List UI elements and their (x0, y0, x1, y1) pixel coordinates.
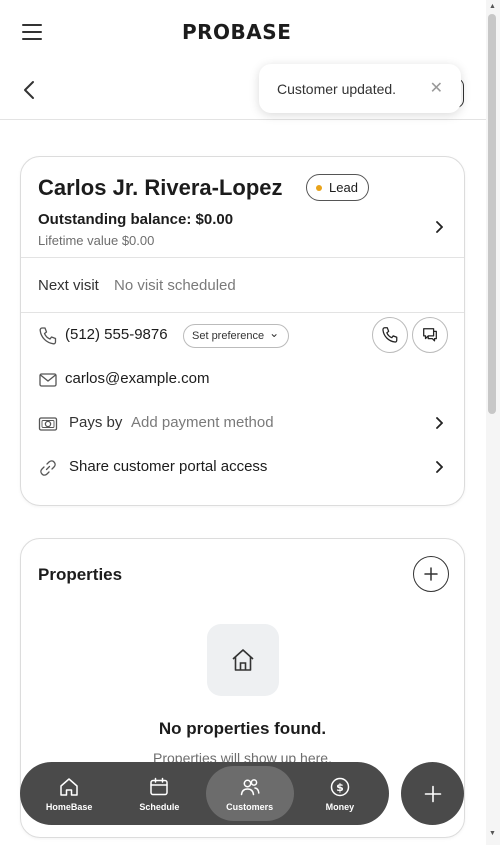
email-address[interactable]: carlos@example.com (65, 370, 209, 387)
status-badge: Lead (306, 174, 369, 201)
message-button[interactable] (412, 317, 448, 353)
call-button[interactable] (372, 317, 408, 353)
next-visit-label: Next visit (38, 277, 99, 294)
users-icon (240, 778, 260, 795)
calendar-icon (150, 777, 169, 795)
phone-icon (38, 326, 58, 346)
payment-icon (38, 414, 58, 434)
nav-item-money[interactable]: $ Money (296, 766, 384, 821)
house-icon (207, 624, 279, 696)
chevron-left-icon[interactable] (22, 80, 36, 106)
chevron-right-icon[interactable] (435, 416, 444, 434)
scroll-thumb[interactable] (488, 14, 496, 414)
nav-label: HomeBase (45, 801, 93, 812)
chevron-right-icon[interactable] (435, 220, 444, 238)
plus-icon[interactable] (401, 762, 464, 825)
nav-label: Customers (226, 801, 274, 812)
hamburger-icon[interactable] (22, 24, 42, 40)
phone-number[interactable]: (512) 555-9876 (65, 326, 168, 343)
customer-card: Carlos Jr. Rivera-Lopez Lead Outstanding… (20, 156, 465, 506)
logo: PROBASE (182, 20, 292, 44)
customer-name: Carlos Jr. Rivera-Lopez (38, 175, 283, 200)
divider (21, 257, 464, 258)
divider (21, 312, 464, 313)
scroll-down-icon[interactable]: ▼ (489, 830, 496, 837)
scroll-up-icon[interactable]: ▲ (489, 3, 496, 10)
set-preference-dropdown[interactable]: Set preference (183, 322, 290, 348)
close-icon[interactable]: ✕ (430, 78, 443, 98)
scrollbar[interactable]: ▲ ▼ (486, 0, 500, 845)
home-icon (60, 777, 78, 796)
nav-label: Money (325, 801, 355, 812)
nav-item-homebase[interactable]: HomeBase (25, 766, 113, 821)
add-property-button[interactable] (413, 556, 449, 592)
mail-icon (38, 370, 58, 390)
lifetime-value: Lifetime value $0.00 (38, 233, 155, 248)
dollar-icon: $ (330, 777, 350, 796)
nav-label: Schedule (139, 801, 180, 812)
share-portal-access[interactable]: Share customer portal access (69, 458, 267, 475)
outstanding-balance: Outstanding balance: $0.00 (38, 211, 234, 228)
pays-by-label: Pays by (69, 414, 123, 431)
link-icon (38, 458, 58, 478)
next-visit-value: No visit scheduled (114, 277, 236, 294)
add-payment-method-link[interactable]: Add payment method (131, 414, 274, 431)
top-bar: PROBASE (0, 0, 486, 62)
chevron-right-icon[interactable] (435, 460, 444, 478)
toast-notification: Customer updated. ✕ (259, 64, 461, 113)
svg-text:$: $ (336, 781, 344, 794)
empty-state-title: No properties found. (158, 719, 327, 738)
toast-message: Customer updated. (277, 80, 397, 97)
bottom-nav: HomeBase Schedule Customers $ Money (20, 762, 389, 825)
nav-item-schedule[interactable]: Schedule (115, 766, 203, 821)
nav-item-customers[interactable]: Customers (205, 766, 294, 821)
properties-title: Properties (38, 565, 123, 584)
